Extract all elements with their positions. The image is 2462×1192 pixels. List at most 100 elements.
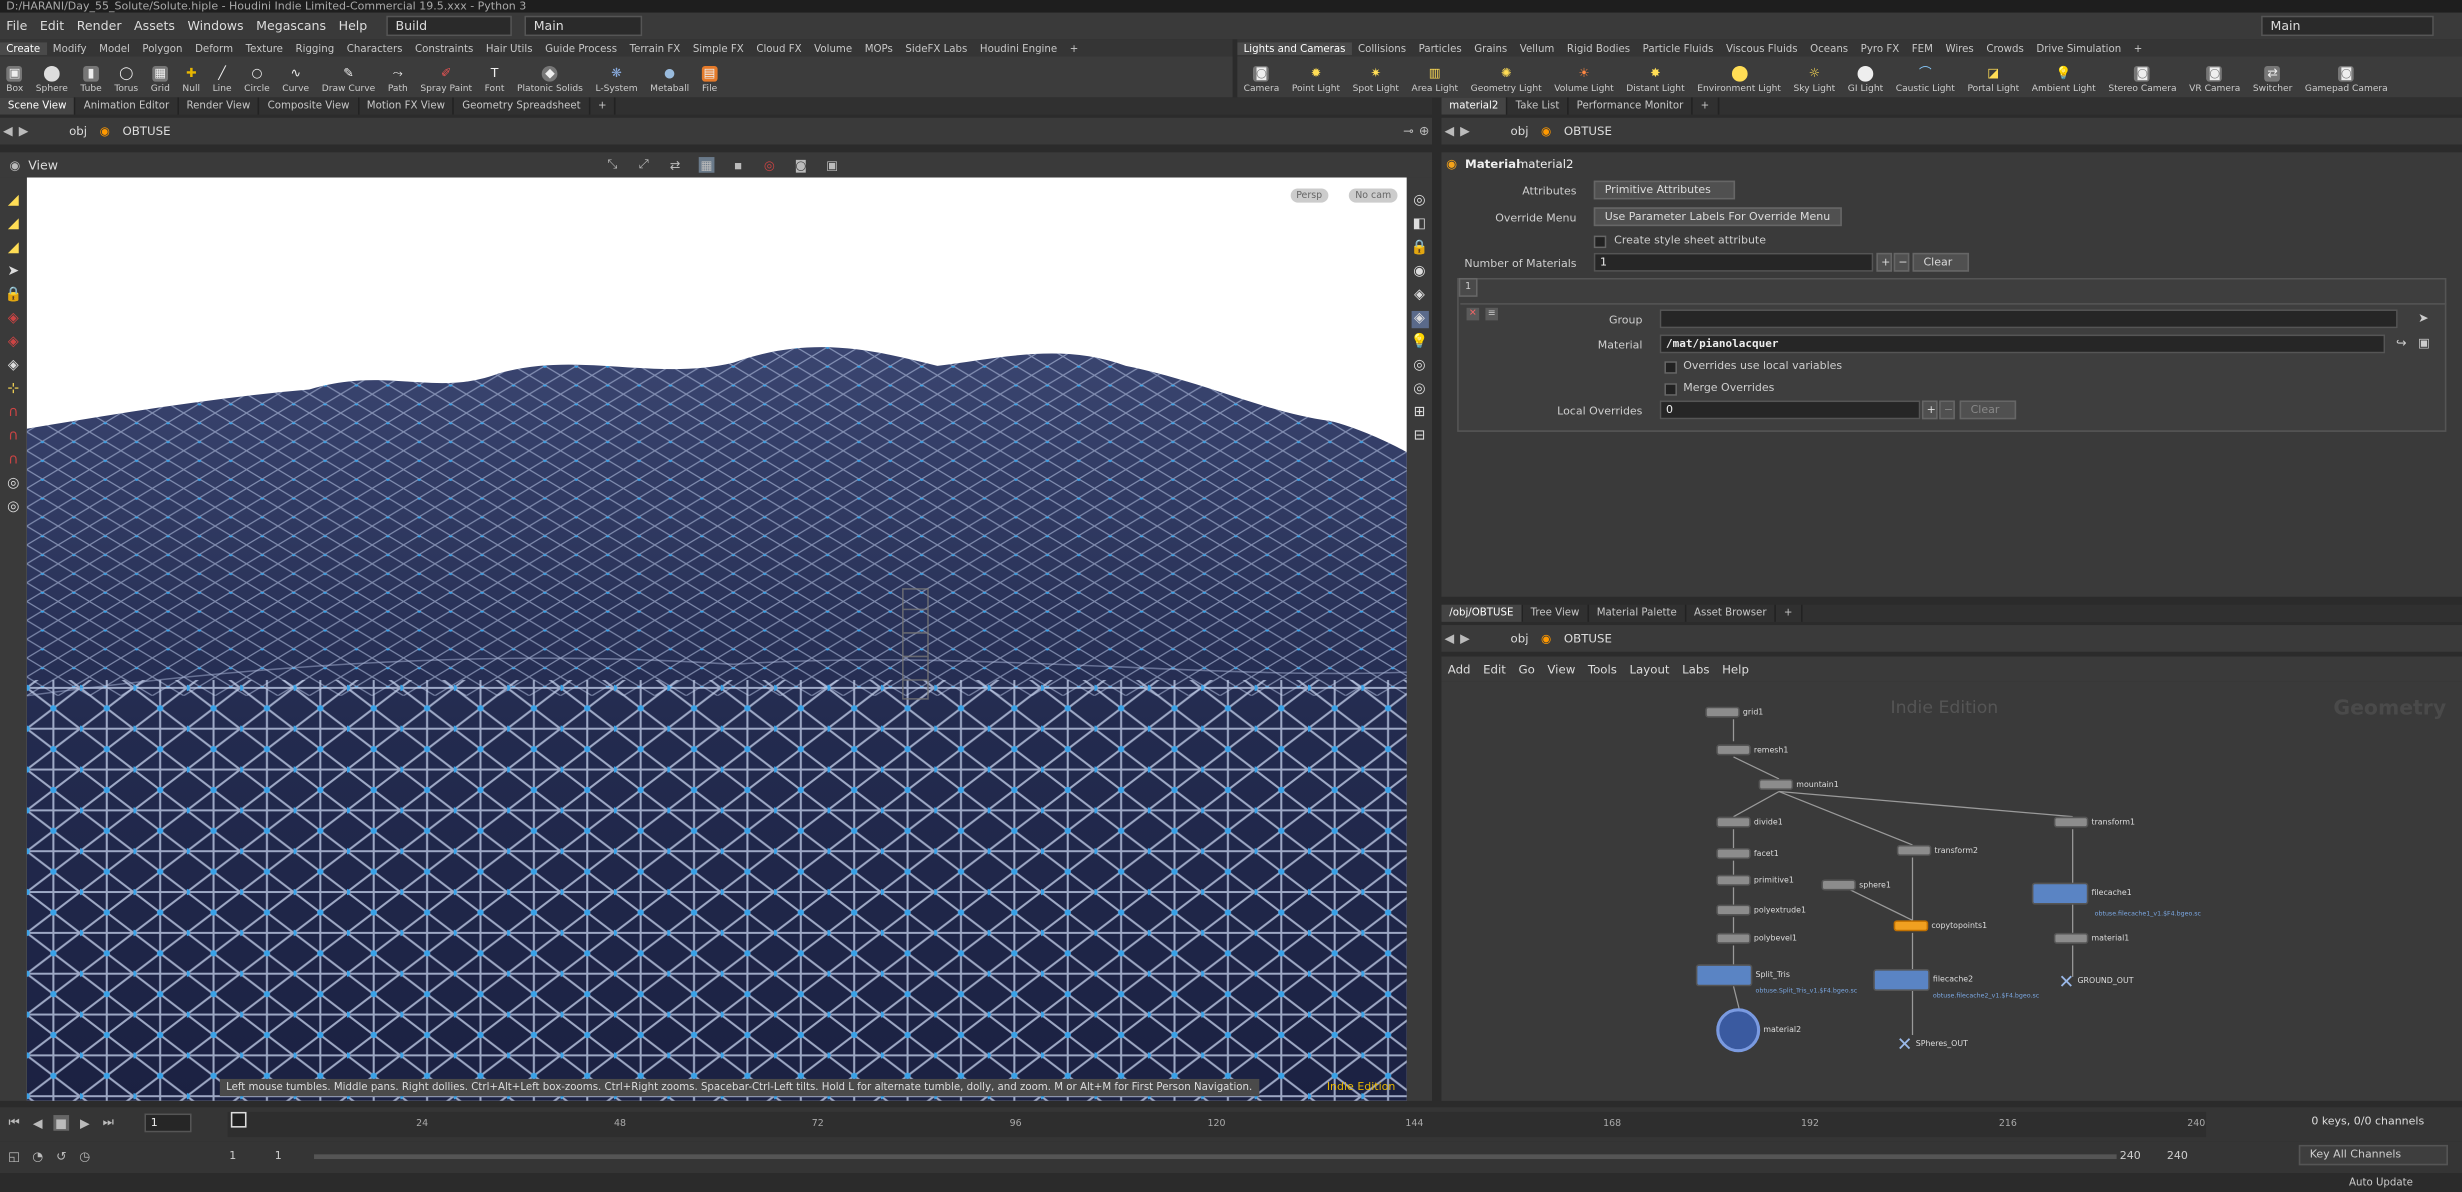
add-override-icon[interactable]: + — [1921, 400, 1938, 420]
group-field[interactable] — [1659, 309, 2398, 329]
tool-path[interactable]: ⤳ Path — [382, 66, 415, 97]
tool-file[interactable]: ▤ File — [695, 65, 723, 97]
desktop-build-dropdown[interactable]: Build — [386, 15, 512, 37]
node-material2[interactable]: material2 — [1716, 1008, 1801, 1053]
pin-icon[interactable]: ⊸ — [1401, 123, 1417, 139]
net-menu-edit[interactable]: Edit — [1477, 662, 1512, 676]
tool-environment-light[interactable]: Environment Light — [1691, 65, 1787, 97]
path-obj[interactable]: obj — [1504, 631, 1535, 645]
lock-icon[interactable]: 🔒 — [5, 287, 23, 304]
tool-portal-light[interactable]: ◪ Portal Light — [1961, 66, 2025, 97]
shelf-tab[interactable]: Deform — [189, 42, 240, 55]
menu-render[interactable]: Render — [70, 19, 127, 33]
shelf-tab[interactable]: Wires — [1939, 42, 1980, 55]
net-menu-go[interactable]: Go — [1512, 662, 1541, 676]
remove-entry-icon[interactable]: ✕ — [1466, 307, 1480, 321]
secure-icon[interactable]: ⤢ — [636, 157, 652, 173]
add-shelf-icon[interactable]: + — [1063, 42, 1084, 55]
shelf-tab[interactable]: Rigid Bodies — [1561, 42, 1637, 55]
clear-button[interactable]: Clear — [1912, 252, 1970, 272]
node-filecache2[interactable]: filecache2 — [1873, 968, 1973, 991]
camera-menu[interactable]: No cam — [1348, 188, 1398, 203]
display-icon[interactable]: ⊟ — [1411, 429, 1428, 446]
shelf-tab[interactable]: Grains — [1468, 42, 1514, 55]
node-transform1[interactable]: transform1 — [2053, 816, 2135, 828]
net-menu-tools[interactable]: Tools — [1582, 662, 1624, 676]
tab-material2[interactable]: material2 — [1441, 97, 1508, 115]
magnet-icon[interactable]: ∩ — [5, 429, 22, 446]
move-entry-icon[interactable]: ≡ — [1485, 307, 1498, 321]
shelf-tab[interactable]: Crowds — [1980, 42, 2030, 55]
audio-icon[interactable]: ◔ — [30, 1148, 46, 1164]
shelf-tab[interactable]: Texture — [239, 42, 289, 55]
shelf-tab[interactable]: SideFX Labs — [899, 42, 973, 55]
tool-lsystem[interactable]: ❋ L-System — [589, 66, 644, 97]
tool-platonic[interactable]: ◆ Platonic Solids — [511, 65, 589, 97]
tool-null[interactable]: ✚ Null — [176, 66, 206, 97]
realtime-icon[interactable]: ◱ — [6, 1148, 22, 1164]
add-material-icon[interactable]: + — [1876, 252, 1893, 272]
shade-icon[interactable]: ▪ — [730, 157, 746, 173]
forward-icon[interactable]: ▶ — [1457, 123, 1473, 139]
tool-torus[interactable]: ◯ Torus — [108, 66, 144, 97]
shelf-tab[interactable]: Guide Process — [539, 42, 623, 55]
path-obj[interactable]: obj — [63, 124, 94, 138]
tab-scene-view[interactable]: Scene View — [0, 97, 76, 115]
net-menu-labs[interactable]: Labs — [1676, 662, 1716, 676]
shelf-tab[interactable]: Collisions — [1352, 42, 1413, 55]
node-transform2[interactable]: transform2 — [1896, 844, 1978, 856]
back-icon[interactable]: ◀ — [1441, 123, 1457, 139]
terrain-canvas[interactable] — [26, 177, 1407, 1101]
node-mountain1[interactable]: mountain1 — [1758, 778, 1839, 790]
tool-icon[interactable]: ⊹ — [5, 382, 22, 399]
shelf-tab[interactable]: Characters — [340, 42, 408, 55]
shelf-tab[interactable]: Model — [93, 42, 136, 55]
num-materials-field[interactable]: 1 — [1593, 252, 1874, 272]
shelf-tab[interactable]: Hair Utils — [480, 42, 539, 55]
shelf-tab[interactable]: Rigging — [289, 42, 340, 55]
snap-icon[interactable]: ⇄ — [667, 157, 683, 173]
tool-curve[interactable]: ∿ Curve — [276, 66, 315, 97]
shelf-tab[interactable]: Polygon — [136, 42, 189, 55]
add-tab-icon[interactable]: + — [1693, 97, 1719, 115]
tool-gi-light[interactable]: GI Light — [1842, 65, 1890, 97]
shelf-tab[interactable]: Particle Fluids — [1636, 42, 1719, 55]
shelf-tab[interactable]: Cloud FX — [750, 42, 808, 55]
node-grid1[interactable]: grid1 — [1705, 706, 1763, 718]
tool-sky-light[interactable]: ☼ Sky Light — [1787, 66, 1841, 97]
timeline-track[interactable]: 1 24 48 72 96 120 144 168 192 216 240 — [227, 1111, 2207, 1138]
select-group-icon[interactable]: ➤ — [2418, 311, 2429, 325]
playhead[interactable] — [230, 1111, 247, 1128]
select-tool2-icon[interactable]: ◢ — [5, 217, 22, 234]
display-icon[interactable]: ◎ — [1411, 358, 1428, 375]
tool-caustic-light[interactable]: ⌒ Caustic Light — [1889, 66, 1961, 97]
right-main-dropdown[interactable]: Main — [2261, 15, 2434, 37]
shelf-tab[interactable]: Volume — [808, 42, 859, 55]
tool-point-light[interactable]: ✹ Point Light — [1286, 66, 1347, 97]
loop-icon[interactable]: ↺ — [53, 1148, 69, 1164]
menu-help[interactable]: Help — [332, 19, 373, 33]
first-frame-icon[interactable]: ⏮ — [6, 1115, 22, 1131]
display-icon[interactable]: ◎ — [1411, 193, 1428, 210]
tool-icon[interactable]: ◎ — [5, 476, 22, 493]
current-frame-field[interactable]: 1 — [144, 1113, 192, 1133]
override-menu-dropdown[interactable]: Use Parameter Labels For Override Menu — [1593, 207, 1842, 227]
tab-render-view[interactable]: Render View — [179, 97, 260, 115]
shelf-tab[interactable]: Oceans — [1804, 42, 1855, 55]
tool-grid[interactable]: ▦ Grid — [144, 65, 176, 97]
add-tab-icon[interactable]: + — [590, 97, 616, 115]
tool-tube[interactable]: ▮ Tube — [74, 65, 108, 97]
menu-windows[interactable]: Windows — [181, 19, 250, 33]
play-back-icon[interactable]: ◀ — [30, 1115, 46, 1131]
tool-font[interactable]: T Font — [478, 66, 510, 97]
tool-area-light[interactable]: ▥ Area Light — [1405, 66, 1464, 97]
node-filecache1[interactable]: filecache1 — [2031, 882, 2132, 905]
tool-sphere[interactable]: Sphere — [29, 65, 74, 97]
range-end[interactable]: 240 — [2120, 1150, 2141, 1163]
tool-line[interactable]: ╱ Line — [206, 66, 238, 97]
tab-take-list[interactable]: Take List — [1508, 97, 1569, 115]
tab-tree-view[interactable]: Tree View — [1523, 604, 1589, 622]
tool-spot-light[interactable]: ✷ Spot Light — [1346, 66, 1405, 97]
shelf-tab[interactable]: Simple FX — [687, 42, 751, 55]
record-icon[interactable]: ◎ — [762, 157, 778, 173]
